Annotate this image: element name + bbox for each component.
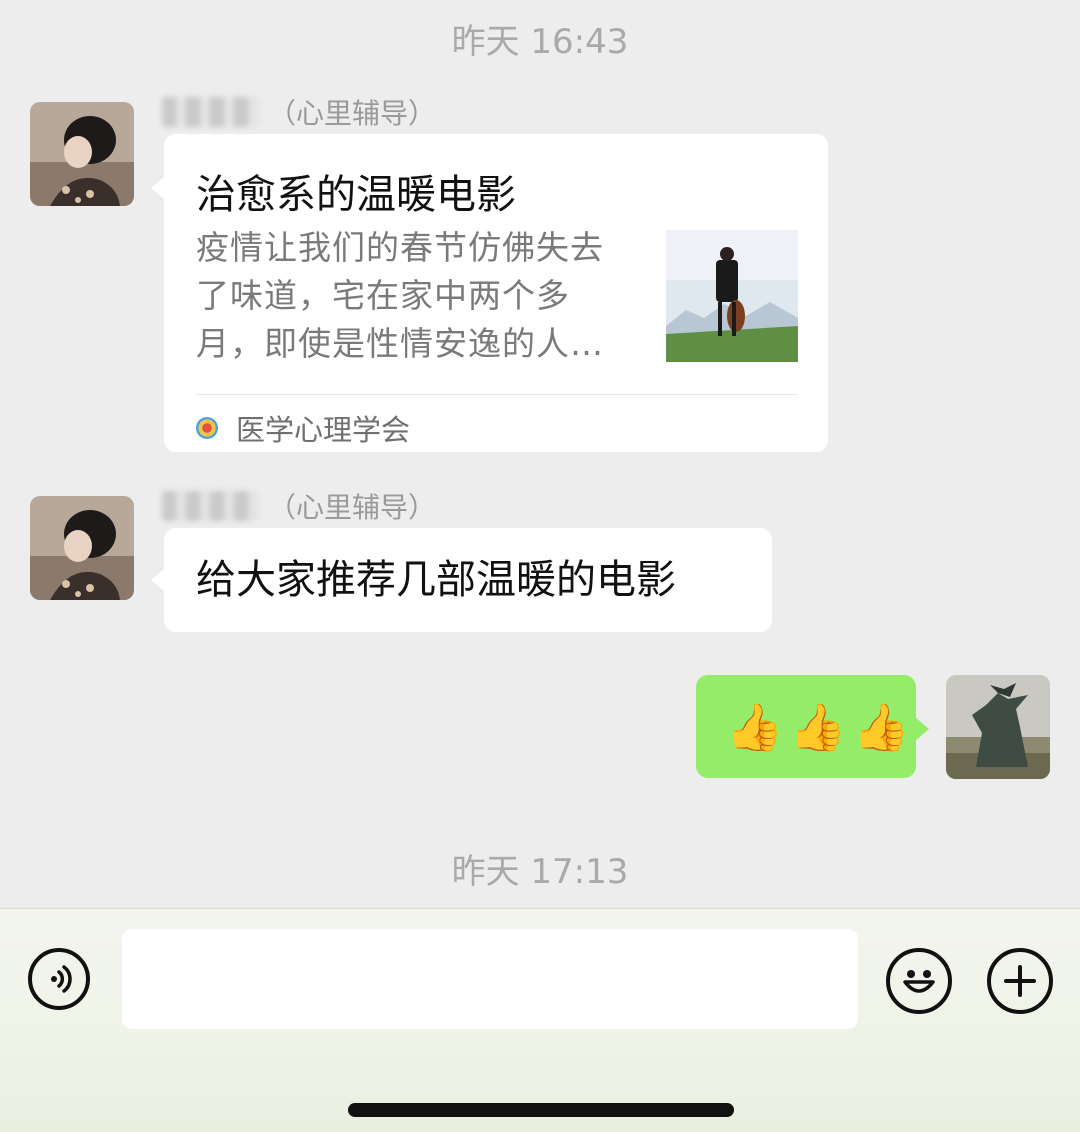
emoji-button[interactable]	[886, 948, 952, 1014]
sender-name-blurred	[162, 491, 258, 521]
plus-icon	[1004, 965, 1036, 997]
thumbs-up-emoji: 👍	[789, 700, 847, 754]
more-button[interactable]	[987, 948, 1053, 1014]
article-card-title: 治愈系的温暖电影	[196, 172, 516, 218]
sender-name: （心里辅导）	[162, 92, 436, 132]
input-bar	[0, 908, 1080, 1132]
emoji-message[interactable]: 👍 👍 👍	[696, 675, 929, 778]
home-indicator	[348, 1103, 734, 1117]
thumbs-up-emoji: 👍	[852, 700, 910, 754]
sender-name-suffix: （心里辅导）	[268, 97, 437, 130]
avatar-sender[interactable]	[30, 102, 134, 206]
voice-button[interactable]	[28, 948, 90, 1010]
avatar-sender[interactable]	[30, 496, 134, 600]
thumbs-up-emoji: 👍	[726, 700, 784, 754]
avatar-self[interactable]	[946, 675, 1050, 779]
sender-name: （心里辅导）	[162, 486, 436, 526]
article-card-thumbnail	[666, 230, 798, 362]
article-card-source: 医学心理学会	[196, 400, 410, 456]
text-message[interactable]: 给大家推荐几部温暖的电影	[151, 528, 772, 632]
voice-icon	[51, 965, 72, 993]
article-card-message[interactable]: 治愈系的温暖电影 疫情让我们的春节仿佛失去了味道，宅在家中两个多月，即使是性情安…	[151, 134, 828, 452]
message-input[interactable]	[122, 929, 858, 1029]
timestamp-1: 昨天 16:43	[451, 22, 629, 62]
article-card-description: 疫情让我们的春节仿佛失去了味道，宅在家中两个多月，即使是性情安逸的人…	[196, 228, 604, 363]
timestamp-2: 昨天 17:13	[451, 852, 629, 892]
emoji-icon	[903, 970, 935, 993]
text-message-content: 给大家推荐几部温暖的电影	[196, 557, 676, 603]
sender-name-suffix: （心里辅导）	[268, 491, 437, 524]
article-card-divider	[196, 394, 798, 395]
official-account-icon	[196, 417, 218, 439]
article-card-source-label: 医学心理学会	[236, 413, 411, 447]
sender-name-blurred	[162, 97, 258, 127]
